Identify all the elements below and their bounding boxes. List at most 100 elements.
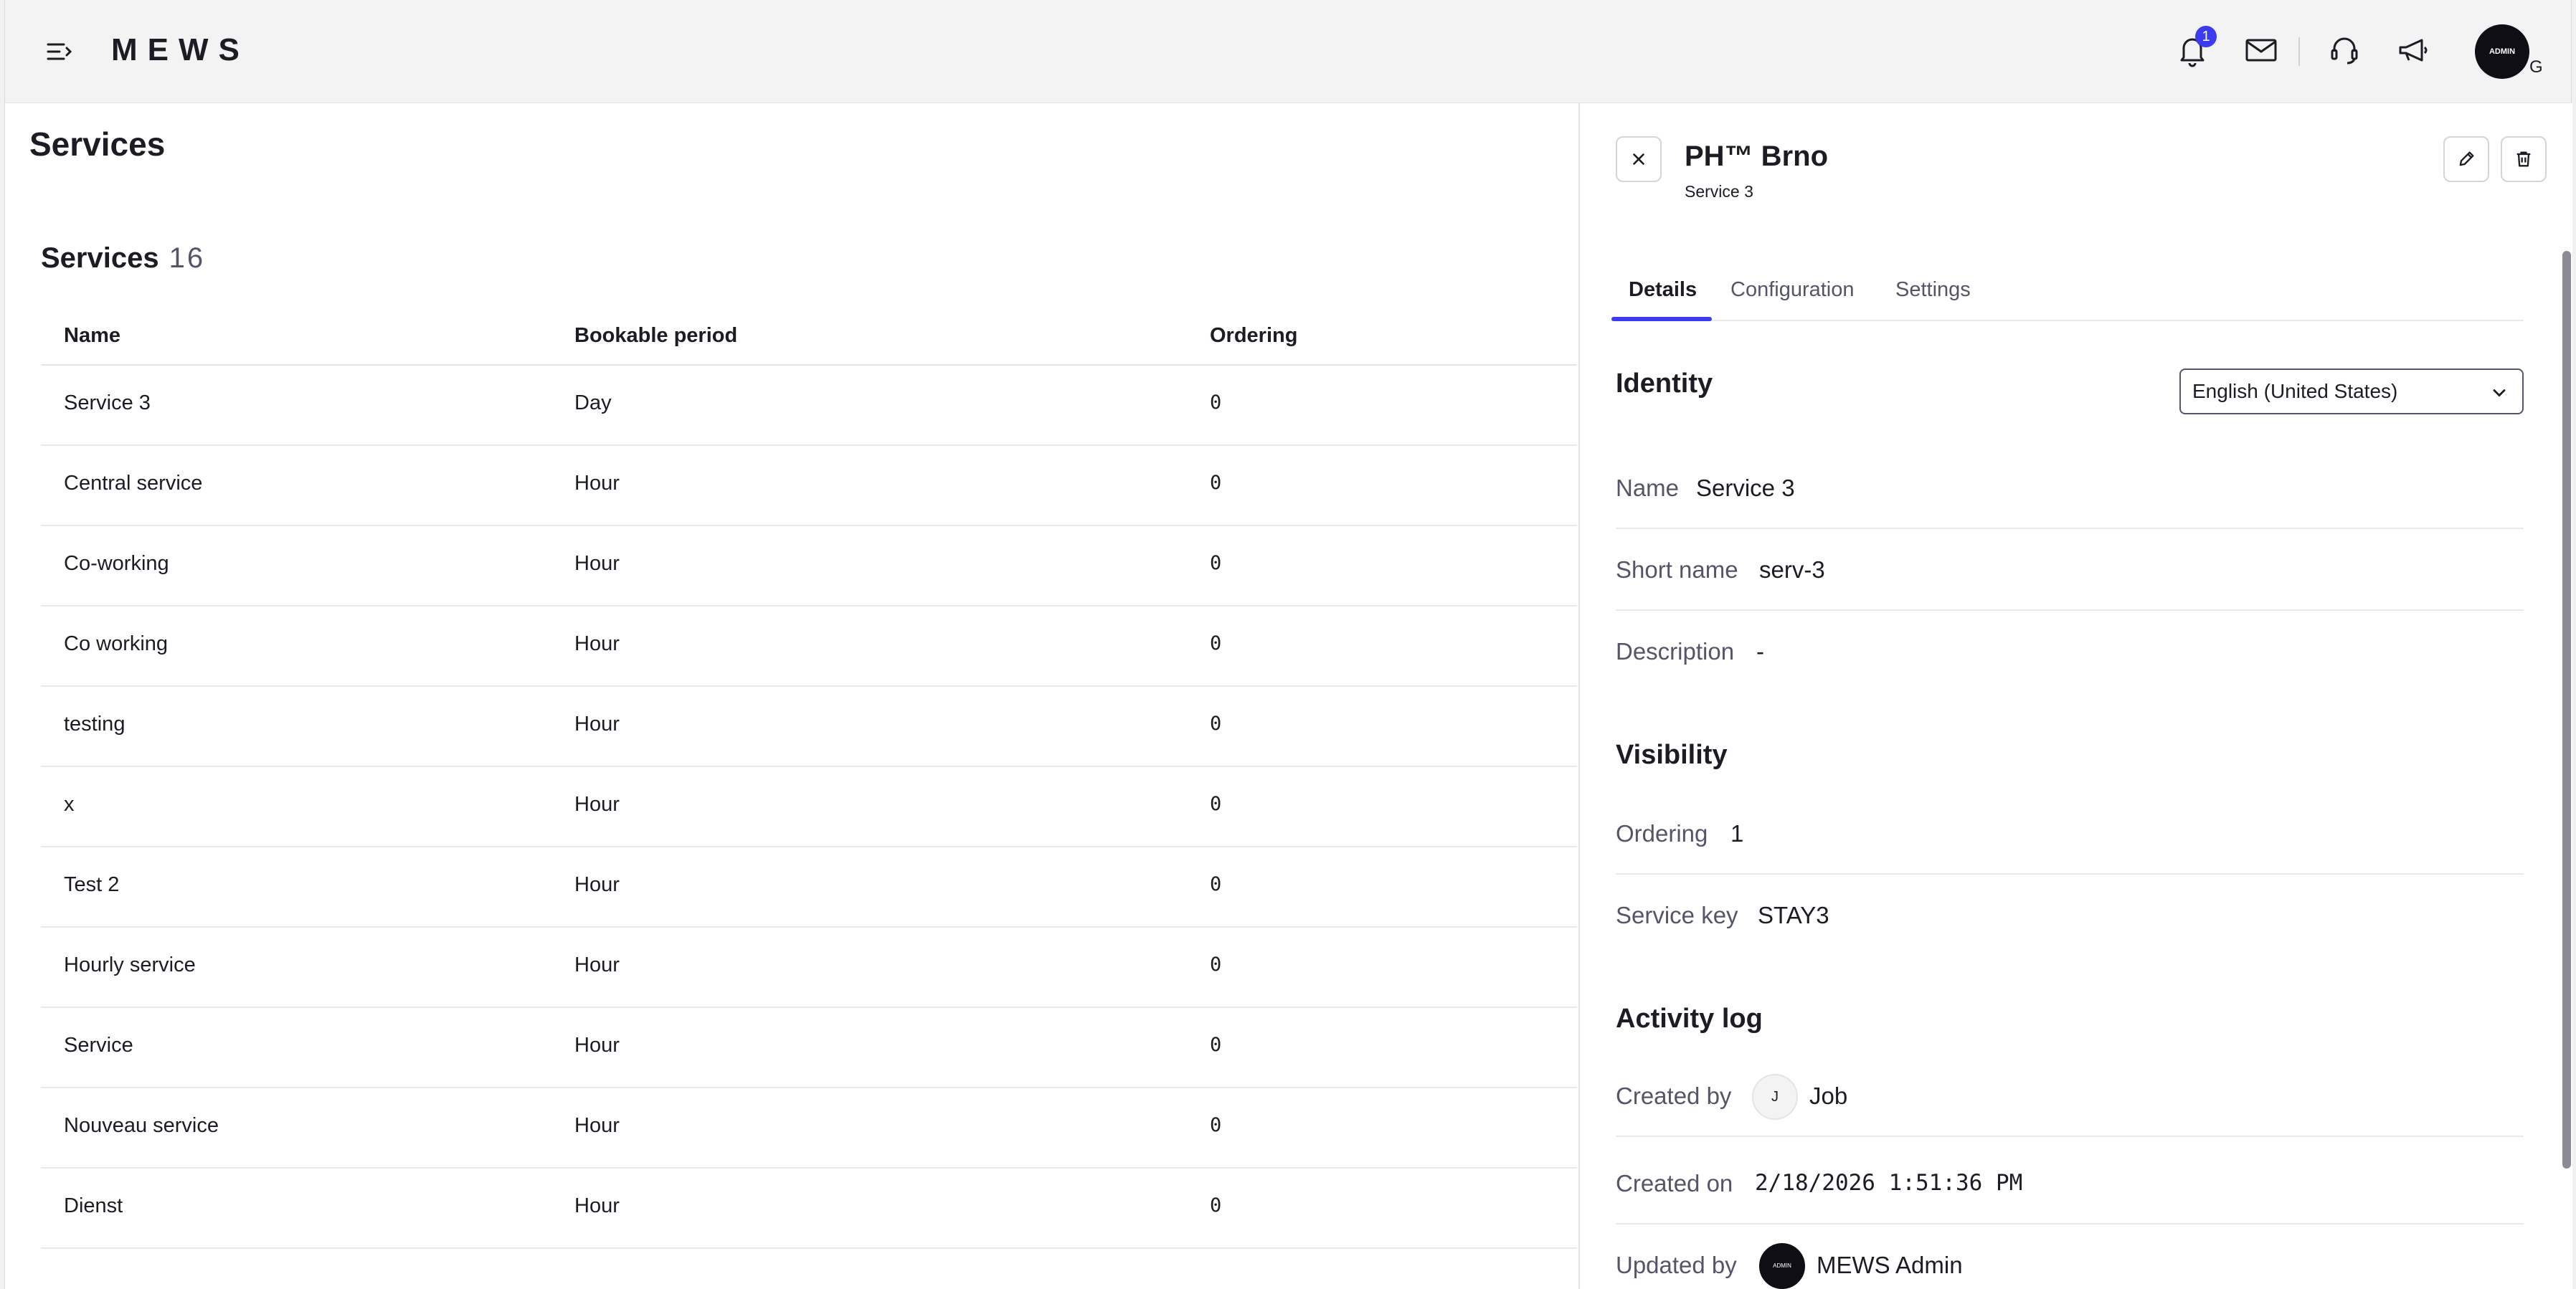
tab-configuration[interactable]: Configuration (1730, 278, 1855, 302)
cell-bookable-period: Hour (574, 632, 620, 655)
cell-bookable-period: Day (574, 391, 612, 414)
short-name-label: Short name (1616, 556, 1738, 583)
ordering-label: Ordering (1616, 820, 1708, 847)
table-row[interactable]: Service Hour 0 (41, 1008, 1577, 1088)
cell-ordering: 0 (1210, 472, 1222, 494)
table-row[interactable]: testing Hour 0 (41, 687, 1577, 767)
close-panel-button[interactable] (1616, 136, 1662, 182)
chevron-down-icon (2493, 389, 2506, 397)
cell-bookable-period: Hour (574, 1034, 620, 1057)
table-row[interactable]: Service 3 Day 0 (41, 366, 1577, 446)
cell-bookable-period: Hour (574, 793, 620, 816)
mail-icon[interactable] (2241, 30, 2281, 70)
user-avatar[interactable]: ADMIN (2475, 24, 2529, 79)
services-list-title: Services 16 (41, 242, 205, 275)
column-header-bookable-period[interactable]: Bookable period (574, 324, 737, 348)
cell-name: testing (64, 713, 126, 736)
divider (2298, 37, 2300, 66)
mews-logo[interactable]: MEWS (111, 29, 250, 72)
announcements-megaphone-icon[interactable] (2393, 30, 2433, 70)
delete-button[interactable] (2501, 136, 2547, 182)
avatar-initial: G (2529, 57, 2543, 77)
table-row[interactable]: Hourly service Hour 0 (41, 928, 1577, 1008)
cell-name: Test 2 (64, 873, 120, 896)
short-name-field: Short name serv-3 (1616, 531, 2524, 611)
close-icon (1633, 153, 1644, 165)
cell-name: Service (64, 1034, 133, 1057)
visibility-heading: Visibility (1616, 740, 1728, 770)
service-key-field: Service key STAY3 (1616, 876, 2524, 956)
table-row[interactable]: Nouveau service Hour 0 (41, 1088, 1577, 1169)
updated-by-label: Updated by (1616, 1252, 1737, 1278)
services-count: 16 (169, 242, 206, 274)
detail-tabs: Details Configuration Settings (1611, 272, 2524, 321)
activity-log-heading: Activity log (1616, 1004, 1763, 1034)
name-field: Name Service 3 (1616, 449, 2524, 529)
table-row[interactable]: Test 2 Hour 0 (41, 847, 1577, 928)
name-value: Service 3 (1696, 475, 1795, 501)
notifications-bell-icon[interactable]: 1 (2172, 26, 2217, 70)
cell-name: x (64, 793, 75, 816)
page-title: Services (29, 125, 166, 163)
table-row[interactable]: Central service Hour 0 (41, 446, 1577, 526)
updated-by-field: Updated by ADMIN MEWS Admin (1616, 1226, 2524, 1289)
services-table: Name Bookable period Ordering Service 3 … (41, 314, 1577, 1249)
table-header: Name Bookable period Ordering (41, 314, 1577, 366)
column-header-name[interactable]: Name (64, 324, 120, 348)
cell-bookable-period: Hour (574, 953, 620, 976)
updater-avatar: ADMIN (1759, 1243, 1805, 1289)
cell-name: Nouveau service (64, 1114, 219, 1137)
cell-bookable-period: Hour (574, 873, 620, 896)
cell-name: Dienst (64, 1194, 123, 1217)
menu-icon[interactable] (45, 37, 74, 66)
panel-scrollbar[interactable] (2562, 251, 2571, 1169)
table-row[interactable]: Dienst Hour 0 (41, 1169, 1577, 1249)
cell-bookable-period: Hour (574, 552, 620, 575)
cell-bookable-period: Hour (574, 1114, 620, 1137)
top-bar: MEWS 1 ADMIN G (5, 0, 2571, 103)
notification-count-badge: 1 (2195, 26, 2217, 47)
cell-ordering: 0 (1210, 1194, 1222, 1217)
description-label: Description (1616, 638, 1735, 665)
ordering-value: 1 (1730, 820, 1744, 847)
cell-name: Central service (64, 472, 203, 495)
edit-button[interactable] (2443, 136, 2489, 182)
cell-ordering: 0 (1210, 793, 1222, 815)
language-select[interactable]: English (United States) (2179, 368, 2524, 414)
tab-details[interactable]: Details (1629, 278, 1697, 302)
cell-ordering: 0 (1210, 713, 1222, 735)
name-label: Name (1616, 475, 1680, 501)
table-row[interactable]: Co-working Hour 0 (41, 526, 1577, 607)
cell-ordering: 0 (1210, 632, 1222, 655)
created-on-value: 2/18/2026 1:51:36 PM (1755, 1170, 2023, 1196)
identity-heading: Identity (1616, 368, 1713, 399)
panel-subtitle: Service 3 (1685, 182, 1753, 201)
table-row[interactable]: Co working Hour 0 (41, 607, 1577, 687)
cell-bookable-period: Hour (574, 713, 620, 736)
trash-icon (2516, 151, 2531, 167)
description-value: - (1756, 638, 1764, 665)
service-detail-panel: PH™ Brno Service 3 Details Configuration… (1578, 103, 2572, 1289)
description-field: Description - (1616, 612, 2524, 693)
created-by-value[interactable]: Job (1809, 1083, 1847, 1110)
cell-ordering: 0 (1210, 1114, 1222, 1136)
updated-by-value[interactable]: MEWS Admin (1817, 1252, 1963, 1279)
support-headset-icon[interactable] (2324, 30, 2364, 70)
cell-name: Hourly service (64, 953, 196, 976)
services-heading: Services (41, 242, 159, 274)
pencil-icon (2459, 151, 2474, 166)
column-header-ordering[interactable]: Ordering (1210, 324, 1297, 348)
cell-ordering: 0 (1210, 391, 1222, 414)
created-on-label: Created on (1616, 1170, 1733, 1197)
cell-bookable-period: Hour (574, 1194, 620, 1217)
short-name-value: serv-3 (1759, 556, 1825, 583)
service-key-label: Service key (1616, 902, 1738, 928)
created-on-field: Created on 2/18/2026 1:51:36 PM (1616, 1144, 2524, 1224)
created-by-label: Created by (1616, 1083, 1732, 1109)
cell-name: Co-working (64, 552, 169, 575)
table-row[interactable]: x Hour 0 (41, 767, 1577, 847)
cell-ordering: 0 (1210, 873, 1222, 895)
panel-title: PH™ Brno (1685, 141, 1828, 172)
cell-ordering: 0 (1210, 1034, 1222, 1056)
tab-settings[interactable]: Settings (1895, 278, 1971, 302)
